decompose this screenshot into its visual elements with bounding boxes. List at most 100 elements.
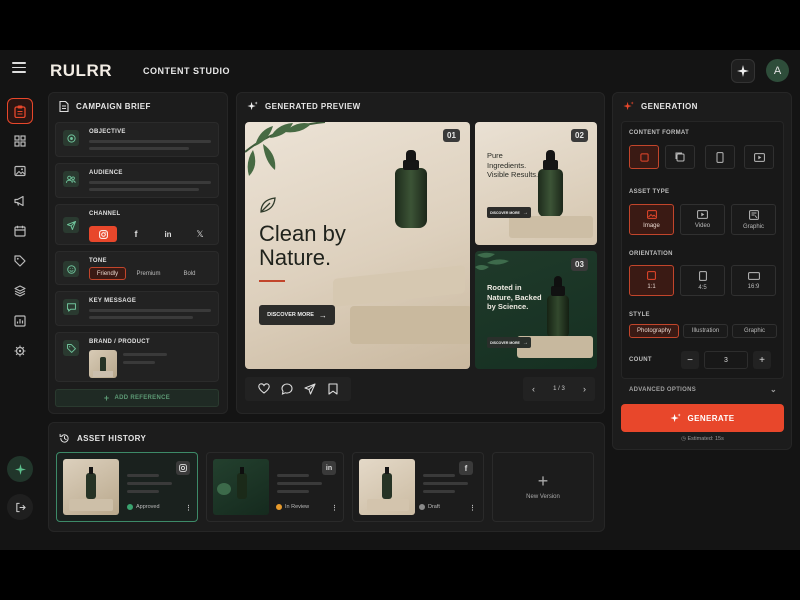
generated-preview-panel: GENERATED PREVIEW 01 Clean by Nature. DI…: [236, 92, 605, 414]
rail-calendar[interactable]: [7, 218, 33, 244]
cta-button[interactable]: DISCOVER MORE →: [259, 305, 335, 325]
video-icon: [697, 210, 708, 219]
minus-button[interactable]: −: [681, 351, 699, 369]
facebook-icon: f: [459, 461, 473, 475]
orientation-option[interactable]: 16:9: [731, 265, 776, 296]
key-message-field[interactable]: KEY MESSAGE: [55, 291, 219, 326]
stone-top: [333, 265, 465, 307]
preview-card-02[interactable]: 02 Pure Ingredients. Visible Results. DI…: [475, 122, 597, 245]
count-value[interactable]: 3: [704, 351, 748, 369]
menu-icon[interactable]: [12, 62, 26, 73]
panel-header: CAMPAIGN BRIEF: [59, 101, 151, 112]
rail-logout[interactable]: [7, 494, 33, 520]
save-button[interactable]: [326, 382, 339, 395]
orientation-option[interactable]: 1:1: [629, 265, 674, 296]
more-options-icon[interactable]: ⋮: [331, 504, 338, 512]
image-icon: [646, 210, 657, 219]
section-label: CONTENT FORMAT: [629, 130, 690, 136]
status-label: Draft: [428, 504, 440, 510]
tone-chip[interactable]: Premium: [130, 267, 167, 280]
asset-type-option[interactable]: Video: [680, 204, 725, 235]
more-options-icon[interactable]: ⋮: [185, 504, 192, 512]
history-item[interactable]: Approved ⋮: [56, 452, 198, 522]
orientation-option[interactable]: 4:5: [680, 265, 725, 296]
generate-button[interactable]: GENERATE: [621, 404, 784, 432]
panel-title: CAMPAIGN BRIEF: [76, 102, 151, 111]
field-label: TONE: [89, 258, 107, 264]
megaphone-icon: [14, 195, 24, 207]
chevron-right-icon[interactable]: ›: [583, 384, 586, 394]
objective-field[interactable]: OBJECTIVE: [55, 122, 219, 157]
format-single-post[interactable]: [629, 145, 659, 169]
chevron-left-icon[interactable]: ‹: [532, 384, 535, 394]
preview-card-03[interactable]: 03 Rooted in Nature, Backed by Science. …: [475, 251, 597, 369]
preview-card-01[interactable]: 01 Clean by Nature. DISCOVER MORE →: [245, 122, 470, 369]
advanced-options-toggle[interactable]: ADVANCED OPTIONS ⌄: [629, 385, 777, 394]
text-placeholder: [89, 181, 211, 184]
avatar[interactable]: A: [766, 59, 789, 82]
rail-brief[interactable]: [7, 98, 33, 124]
tone-chip[interactable]: Friendly: [89, 267, 126, 280]
orientation-label: 1:1: [647, 284, 656, 290]
history-item[interactable]: in In Review ⋮: [206, 452, 344, 522]
target-icon: [63, 130, 79, 146]
comment-button[interactable]: [280, 382, 293, 395]
analytics-icon: [14, 315, 26, 327]
channel-linkedin-toggle[interactable]: in: [154, 226, 182, 242]
rail-media[interactable]: [7, 158, 33, 184]
rail-tags[interactable]: [7, 248, 33, 274]
audience-field[interactable]: AUDIENCE: [55, 163, 219, 198]
grid-icon: [14, 135, 26, 147]
more-options-icon[interactable]: ⋮: [469, 504, 476, 512]
plus-button[interactable]: +: [753, 351, 771, 369]
like-button[interactable]: [257, 382, 270, 395]
new-version-button[interactable]: + New Version: [492, 452, 594, 522]
text-placeholder: [123, 353, 167, 356]
cta-button[interactable]: DISCOVER MORE →: [487, 337, 531, 348]
rail-ai-assistant[interactable]: [7, 456, 33, 482]
cta-label: DISCOVER MORE: [267, 312, 314, 318]
sparkle-icon: [14, 463, 26, 475]
arrow-right-icon: →: [522, 209, 528, 216]
status-label: Approved: [136, 504, 160, 510]
brand-product-field[interactable]: BRAND / PRODUCT: [55, 332, 219, 382]
share-button[interactable]: [303, 382, 316, 395]
asset-type-option[interactable]: Image: [629, 204, 674, 235]
channel-facebook-toggle[interactable]: f: [122, 226, 150, 242]
asset-type-option[interactable]: Graphic: [731, 204, 776, 235]
text-placeholder: [89, 309, 211, 312]
cta-label: DISCOVER MORE: [490, 340, 520, 345]
rail-analytics[interactable]: [7, 308, 33, 334]
orientation-label: 4:5: [698, 284, 707, 291]
rail-dashboard[interactable]: [7, 128, 33, 154]
status-dot: [276, 504, 282, 510]
x-icon: 𝕏: [196, 228, 204, 239]
tone-chip[interactable]: Bold: [171, 267, 208, 280]
channel-instagram-toggle[interactable]: [89, 226, 117, 242]
style-option[interactable]: Illustration: [683, 324, 728, 338]
rail-settings[interactable]: [7, 338, 33, 364]
text-placeholder: [89, 140, 211, 143]
status-dot: [127, 504, 133, 510]
format-carousel[interactable]: [665, 145, 695, 169]
channel-x-toggle[interactable]: 𝕏: [186, 226, 214, 242]
format-story[interactable]: [705, 145, 735, 169]
rail-layers[interactable]: [7, 278, 33, 304]
style-option[interactable]: Graphic: [732, 324, 777, 338]
status-dot: [419, 504, 425, 510]
cta-button[interactable]: DISCOVER MORE →: [487, 207, 531, 218]
plus-icon: +: [103, 393, 110, 403]
asset-type-label: Video: [694, 223, 711, 229]
history-thumbnail: [63, 459, 119, 515]
accent-line: [259, 280, 285, 282]
format-video[interactable]: [744, 145, 774, 169]
ai-assist-button[interactable]: [731, 59, 755, 83]
style-option[interactable]: Photography: [629, 324, 679, 338]
add-reference-button[interactable]: + ADD REFERENCE: [55, 389, 219, 407]
rail-campaigns[interactable]: [7, 188, 33, 214]
play-icon: [753, 152, 765, 162]
plus-icon: +: [537, 471, 549, 491]
history-item[interactable]: f Draft ⋮: [352, 452, 484, 522]
users-icon: [63, 171, 79, 187]
portrait-icon: [698, 270, 707, 281]
